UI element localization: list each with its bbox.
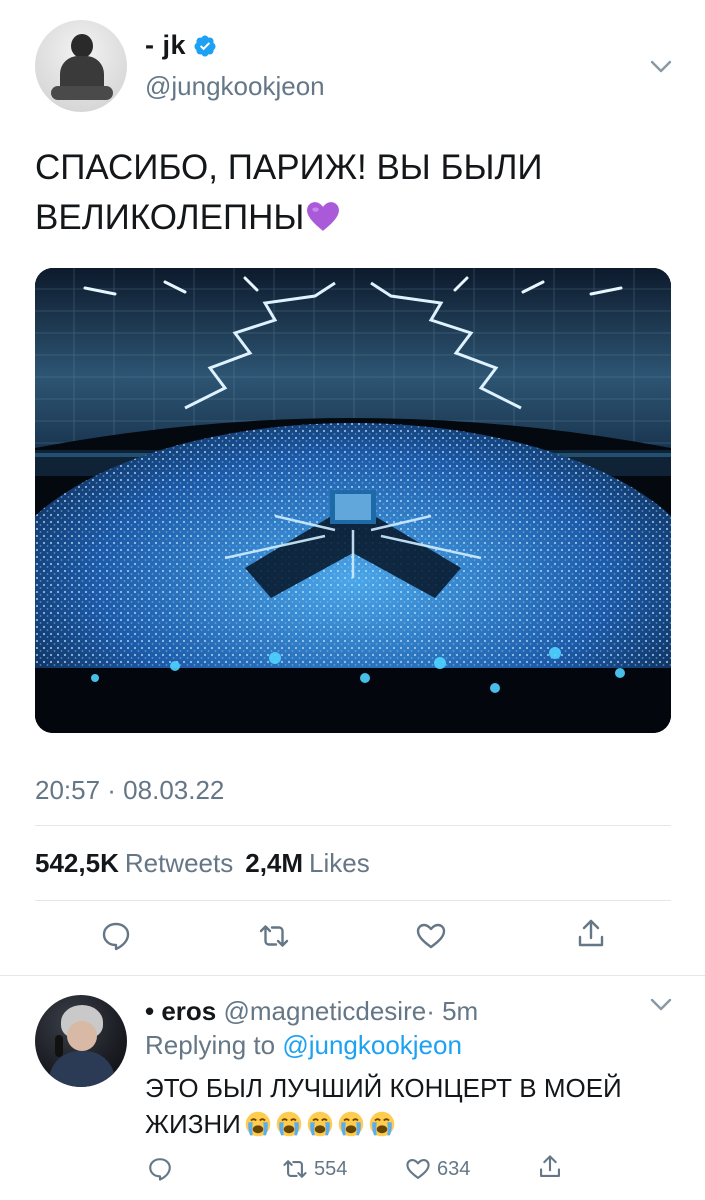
reply-retweet-count: 554 [314,1157,348,1180]
section-separator [0,975,705,976]
reply-text-line-2-content: ЖИЗНИ [145,1109,241,1139]
author-avatar[interactable] [35,20,127,112]
loudly-crying-emoji [245,1111,271,1137]
reply-text-line-2: ЖИЗНИ [145,1106,665,1142]
caret-down-icon[interactable] [650,998,672,1012]
replying-to-mention[interactable]: @jungkookjeon [282,1030,462,1060]
tweet-text-line-2: ВЕЛИКОЛЕПНЫ [35,193,675,243]
tweet-text: СПАСИБО, ПАРИЖ! ВЫ БЫЛИ ВЕЛИКОЛЕПНЫ [35,143,675,243]
retweet-icon[interactable] [282,1156,308,1182]
replying-to-line: Replying to @jungkookjeon [145,1030,462,1061]
reply-text-line-1: ЭТО БЫЛ ЛУЧШИЙ КОНЦЕРТ В МОЕЙ [145,1073,622,1103]
reply-action-share[interactable] [537,1154,563,1180]
tweet-text-line-2-content: ВЕЛИКОЛЕПНЫ [35,198,305,237]
reply-bullet: • [145,996,155,1026]
likes-count[interactable]: 2,4M [245,848,303,879]
purple-heart-emoji [307,202,340,231]
reply-action-retweet[interactable]: 554 [282,1156,347,1182]
reply-text: ЭТО БЫЛ ЛУЧШИЙ КОНЦЕРТ В МОЕЙ ЖИЗНИ [145,1070,665,1142]
concert-stadium-photo [35,268,671,733]
reply-like-count: 634 [437,1157,471,1180]
retweet-icon[interactable] [258,920,290,952]
like-icon[interactable] [415,920,447,952]
caret-down-icon[interactable] [650,60,672,74]
loudly-crying-emoji [276,1111,302,1137]
reply-author-avatar[interactable] [35,995,127,1087]
reply-time[interactable]: · 5m [426,996,478,1026]
tweet-text-line-1: СПАСИБО, ПАРИЖ! ВЫ БЫЛИ [35,148,543,187]
reply-handle[interactable]: @magneticdesire [224,996,427,1026]
divider [35,825,671,826]
reply-header: • eros @magneticdesire· 5m [145,996,478,1027]
like-icon[interactable] [405,1156,431,1182]
replying-to-label: Replying to [145,1030,276,1060]
retweets-count[interactable]: 542,5K [35,848,119,879]
share-icon[interactable] [575,918,607,950]
reply-icon[interactable] [100,920,132,952]
divider [35,900,671,901]
share-icon[interactable] [537,1154,563,1180]
likes-label[interactable]: Likes [309,848,370,879]
reply-icon[interactable] [147,1156,173,1182]
tweet-timestamp[interactable]: 20:57 · 08.03.22 [35,775,224,806]
verified-icon [194,35,216,56]
reply-action-reply[interactable] [147,1156,173,1182]
author-display-name[interactable]: - jk [145,30,186,61]
loudly-crying-emoji [369,1111,395,1137]
tweet-stats: 542,5K Retweets 2,4M Likes [35,848,382,879]
author-handle[interactable]: @jungkookjeon [145,71,325,102]
retweets-label[interactable]: Retweets [125,848,233,879]
tweet-media-photo[interactable] [35,268,671,733]
loudly-crying-emoji [307,1111,333,1137]
reply-action-like[interactable]: 634 [405,1156,470,1182]
loudly-crying-emoji [338,1111,364,1137]
reply-display-name[interactable]: eros [161,996,216,1026]
author-name-row: - jk [145,30,217,61]
